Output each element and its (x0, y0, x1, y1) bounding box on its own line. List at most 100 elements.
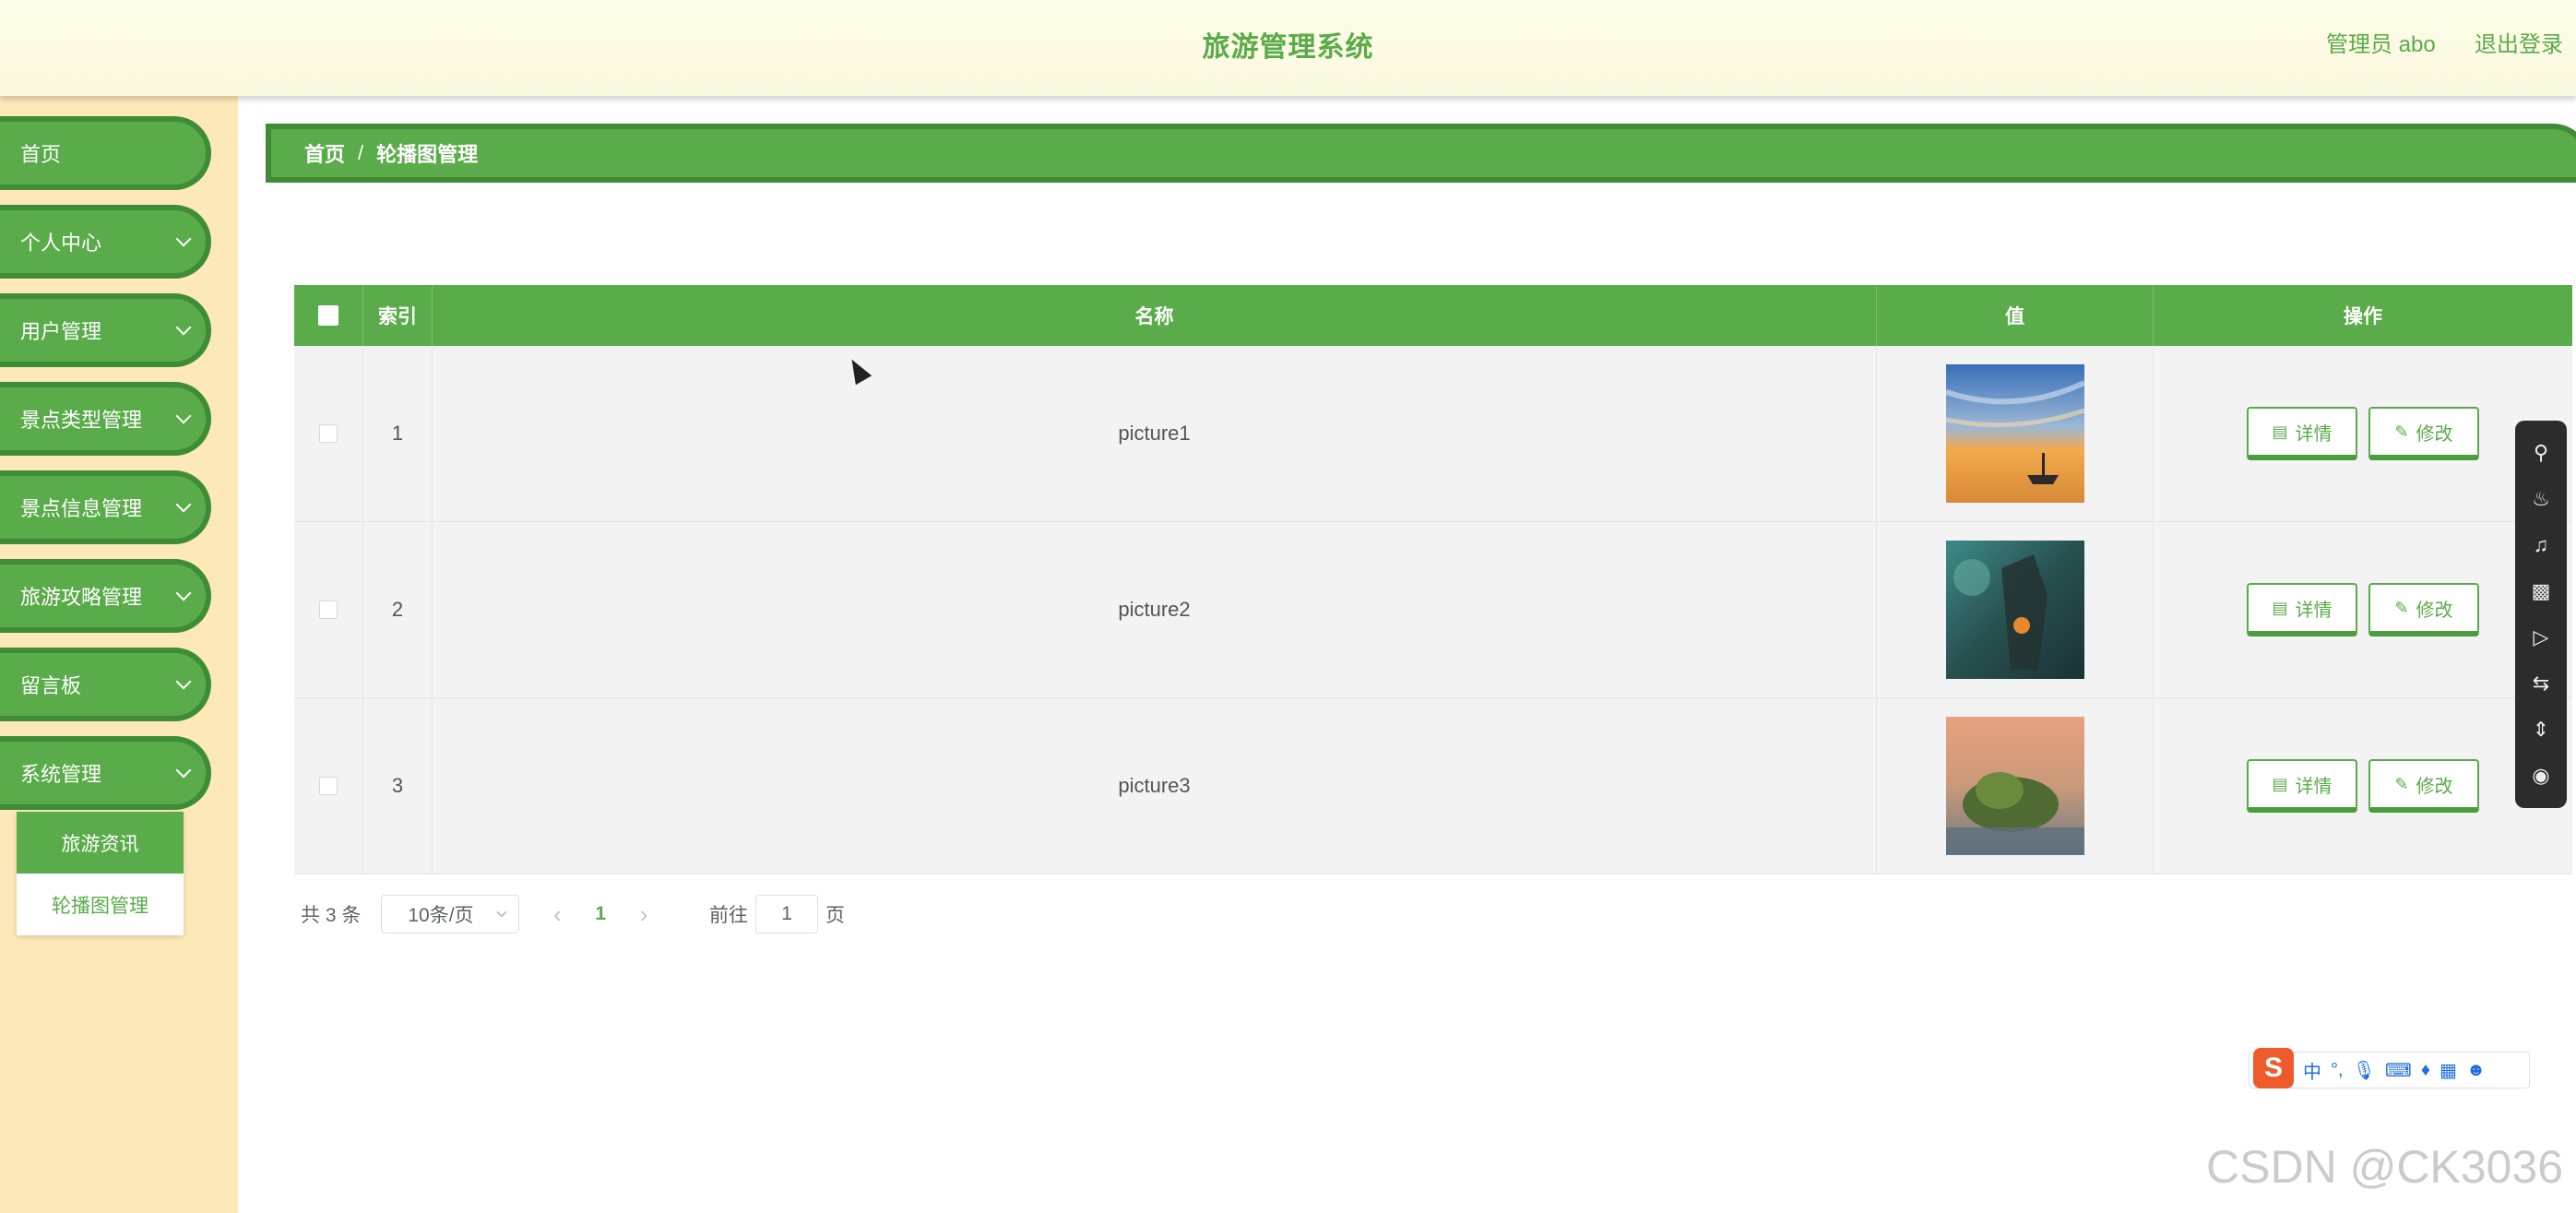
carousel-thumbnail-image[interactable] (1945, 541, 2084, 679)
carousel-thumbnail-image[interactable] (1945, 717, 2084, 855)
skin-icon[interactable]: ♦ (2421, 1060, 2430, 1081)
ime-punctuation[interactable]: °, (2331, 1060, 2344, 1081)
table-row: 2 picture2 ▤ 详情 ✎ 修改 (294, 522, 2572, 698)
compress-icon[interactable]: ⇕ (2529, 718, 2553, 742)
row-ops-cell: ▤ 详情 ✎ 修改 (2154, 346, 2572, 521)
watermark: CSDN @CK3036 (2206, 1141, 2564, 1193)
chevron-down-icon (175, 762, 192, 779)
page-size-select[interactable]: 10条/页 (381, 895, 520, 934)
row-value-cell (1877, 522, 2154, 697)
table-header: 索引 名称 值 操作 (294, 285, 2572, 346)
header-select-cell (294, 285, 363, 346)
column-header-ops: 操作 (2344, 306, 2382, 327)
floating-toolbar: ⚲ ♨ ♫ ▩ ▷ ⇆ ⇕ ◉ (2515, 421, 2567, 808)
document-icon: ▤ (2272, 598, 2288, 617)
row-value-cell (1877, 698, 2154, 874)
sidebar-item-home[interactable]: 首页 (0, 116, 211, 190)
camera-icon[interactable]: ◉ (2529, 764, 2553, 788)
play-icon[interactable]: ▷ (2529, 625, 2553, 649)
row-value-cell (1877, 346, 2154, 521)
sidebar-item-profile[interactable]: 个人中心 (0, 205, 211, 279)
flame-icon[interactable]: ♨ (2529, 487, 2553, 511)
table-row: 1 picture1 ▤ 详情 ✎ 修改 (294, 346, 2572, 522)
sidebar-item-system[interactable]: 系统管理 (0, 736, 211, 810)
detail-button[interactable]: ▤ 详情 (2247, 583, 2357, 636)
submenu-item-news[interactable]: 旅游资讯 (17, 812, 184, 874)
music-icon[interactable]: ♫ (2529, 533, 2553, 557)
row-select-cell (294, 698, 363, 874)
mascot-icon[interactable]: ☻ (2466, 1060, 2486, 1081)
row-index: 3 (363, 698, 433, 874)
sidebar-item-label: 个人中心 (20, 232, 102, 255)
breadcrumb-home[interactable]: 首页 (304, 138, 345, 168)
pencil-icon: ✎ (2394, 598, 2409, 617)
video-icon[interactable]: ▩ (2529, 579, 2553, 603)
chevron-down-icon (175, 585, 192, 601)
next-page-button[interactable]: › (630, 900, 658, 929)
select-all-checkbox[interactable] (318, 305, 338, 326)
detail-button-label: 详情 (2295, 423, 2333, 445)
apps-icon[interactable]: ▦ (2439, 1059, 2457, 1082)
pagination: 共 3 条 10条/页 ‹ 1 › 前往 页 (301, 895, 845, 934)
search-icon[interactable]: ⚲ (2529, 441, 2553, 465)
edit-button-label: 修改 (2416, 423, 2453, 445)
row-checkbox[interactable] (319, 424, 338, 443)
edit-button[interactable]: ✎ 修改 (2368, 759, 2479, 813)
sidebar-item-label: 留言板 (20, 674, 82, 697)
chevron-down-icon (175, 319, 192, 336)
sidebar-item-guides[interactable]: 旅游攻略管理 (0, 559, 211, 633)
ime-language[interactable]: 中 (2303, 1057, 2321, 1084)
microphone-icon[interactable]: 🎙 (2353, 1059, 2376, 1082)
chevron-down-icon (175, 496, 192, 513)
detail-button-label: 详情 (2295, 776, 2333, 797)
row-ops-cell: ▤ 详情 ✎ 修改 (2154, 698, 2572, 874)
ime-logo[interactable]: S (2253, 1048, 2294, 1088)
submenu-item-carousel[interactable]: 轮播图管理 (17, 874, 184, 935)
column-header-index: 索引 (363, 285, 433, 346)
goto-suffix: 页 (825, 905, 846, 926)
app-title: 旅游管理系统 (1202, 32, 1374, 63)
current-page-number[interactable]: 1 (595, 903, 606, 925)
sidebar-item-label: 用户管理 (20, 320, 102, 343)
sidebar-item-spot-types[interactable]: 景点类型管理 (0, 382, 211, 456)
row-name: picture3 (433, 698, 1877, 874)
sidebar-item-messages[interactable]: 留言板 (0, 648, 211, 721)
logout-link[interactable]: 退出登录 (2475, 26, 2563, 58)
edit-button[interactable]: ✎ 修改 (2368, 583, 2479, 636)
row-select-cell (294, 522, 363, 697)
swap-icon[interactable]: ⇆ (2529, 672, 2553, 696)
goto-page-input[interactable] (755, 895, 819, 934)
sidebar-item-users[interactable]: 用户管理 (0, 293, 211, 367)
carousel-table: 索引 名称 值 操作 1 picture1 ▤ 详情 ✎ 修改 2 pictur… (294, 285, 2572, 874)
row-name: picture1 (433, 346, 1877, 521)
detail-button[interactable]: ▤ 详情 (2247, 759, 2357, 813)
page-size-value: 10条/页 (408, 905, 474, 926)
prev-page-button[interactable]: ‹ (543, 900, 571, 929)
table-row: 3 picture3 ▤ 详情 ✎ 修改 (294, 698, 2572, 874)
detail-button[interactable]: ▤ 详情 (2247, 407, 2357, 460)
chevron-down-icon (175, 408, 192, 424)
column-header-name: 名称 (433, 285, 1877, 346)
ime-toolbar: S 中 °, 🎙 ⌨ ♦ ▦ ☻ (2249, 1048, 2530, 1088)
edit-button-label: 修改 (2416, 776, 2453, 797)
row-checkbox[interactable] (319, 777, 338, 795)
sidebar-item-spot-info[interactable]: 景点信息管理 (0, 470, 211, 544)
sidebar: 首页 个人中心 用户管理 景点类型管理 景点信息管理 旅游攻略管理 留言板 系统… (0, 96, 238, 1213)
column-header-value: 值 (1877, 285, 2154, 346)
sidebar-item-label: 景点类型管理 (20, 409, 143, 432)
row-name: picture2 (433, 522, 1877, 697)
row-index: 2 (363, 522, 433, 697)
row-checkbox[interactable] (319, 601, 338, 619)
system-submenu: 旅游资讯 轮播图管理 (17, 812, 184, 935)
document-icon: ▤ (2272, 422, 2288, 441)
edit-button-label: 修改 (2416, 600, 2453, 621)
breadcrumb: 首页 / 轮播图管理 (266, 124, 2576, 183)
carousel-thumbnail-image[interactable] (1945, 364, 2084, 503)
pencil-icon: ✎ (2394, 422, 2409, 441)
edit-button[interactable]: ✎ 修改 (2368, 407, 2479, 460)
keyboard-icon[interactable]: ⌨ (2385, 1059, 2412, 1082)
row-ops-cell: ▤ 详情 ✎ 修改 (2154, 522, 2572, 697)
header: 旅游管理系统 管理员 abo 退出登录 (0, 0, 2576, 96)
chevron-down-icon (175, 673, 192, 690)
sidebar-item-label: 旅游攻略管理 (20, 586, 143, 609)
